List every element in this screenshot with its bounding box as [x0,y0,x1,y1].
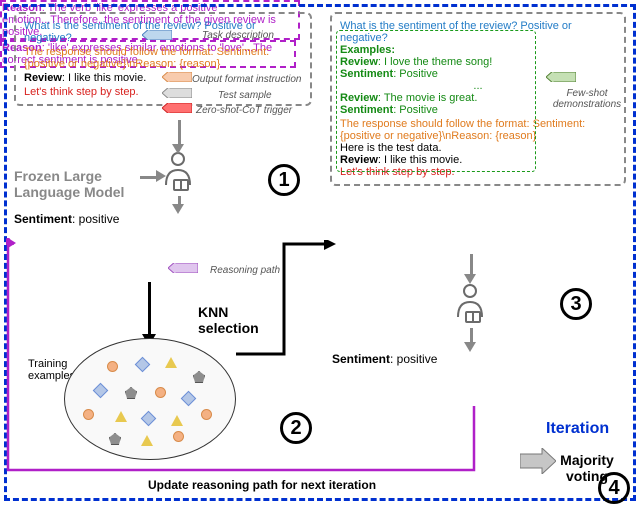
output-format: The response should follow the format: S… [24,46,302,70]
step-1: 1 [268,164,300,196]
arrow-sample [162,88,192,98]
arrow-update-path [6,238,506,498]
out1-sv: : positive [72,212,119,226]
step-3: 3 [560,288,592,320]
arrow-majority [520,448,556,474]
label-format: Output format instruction [192,74,302,85]
review-text: : I like this movie. [62,72,146,84]
out1-sk: Sentiment [14,212,72,226]
update-label: Update reasoning path for next iteration [148,478,376,492]
arrow-cot [162,103,192,113]
arrow-into-agent1 [178,120,181,146]
out1-sentiment: Sentiment: positive [14,212,119,226]
label-task: Task description [202,30,274,41]
label-cot: Zero-shot-CoT trigger [196,105,292,116]
frozen-llm-label: Frozen Large Language Model [14,168,144,200]
arrow-format [162,72,192,82]
arrow-into-agent1-head [172,144,184,154]
mv2: voting [566,468,608,484]
mv1: Majority [560,452,614,468]
few-shot-inner-box [336,30,536,172]
arrow-fewshot [546,72,576,82]
iteration-label: Iteration [546,420,609,438]
majority-voting-label: Majorityvoting [556,452,618,484]
upd-a: Update reasoning path for [148,478,301,492]
label-fewshot: Few-shot demonstrations [548,88,626,110]
upd-b: next iteration [301,478,376,492]
arrow-fllm-head [156,170,166,182]
label-sample: Test sample [218,90,272,101]
review-key: Review [24,72,62,84]
arrow-agent1-down-head [172,204,184,214]
arrow-task [142,30,172,40]
